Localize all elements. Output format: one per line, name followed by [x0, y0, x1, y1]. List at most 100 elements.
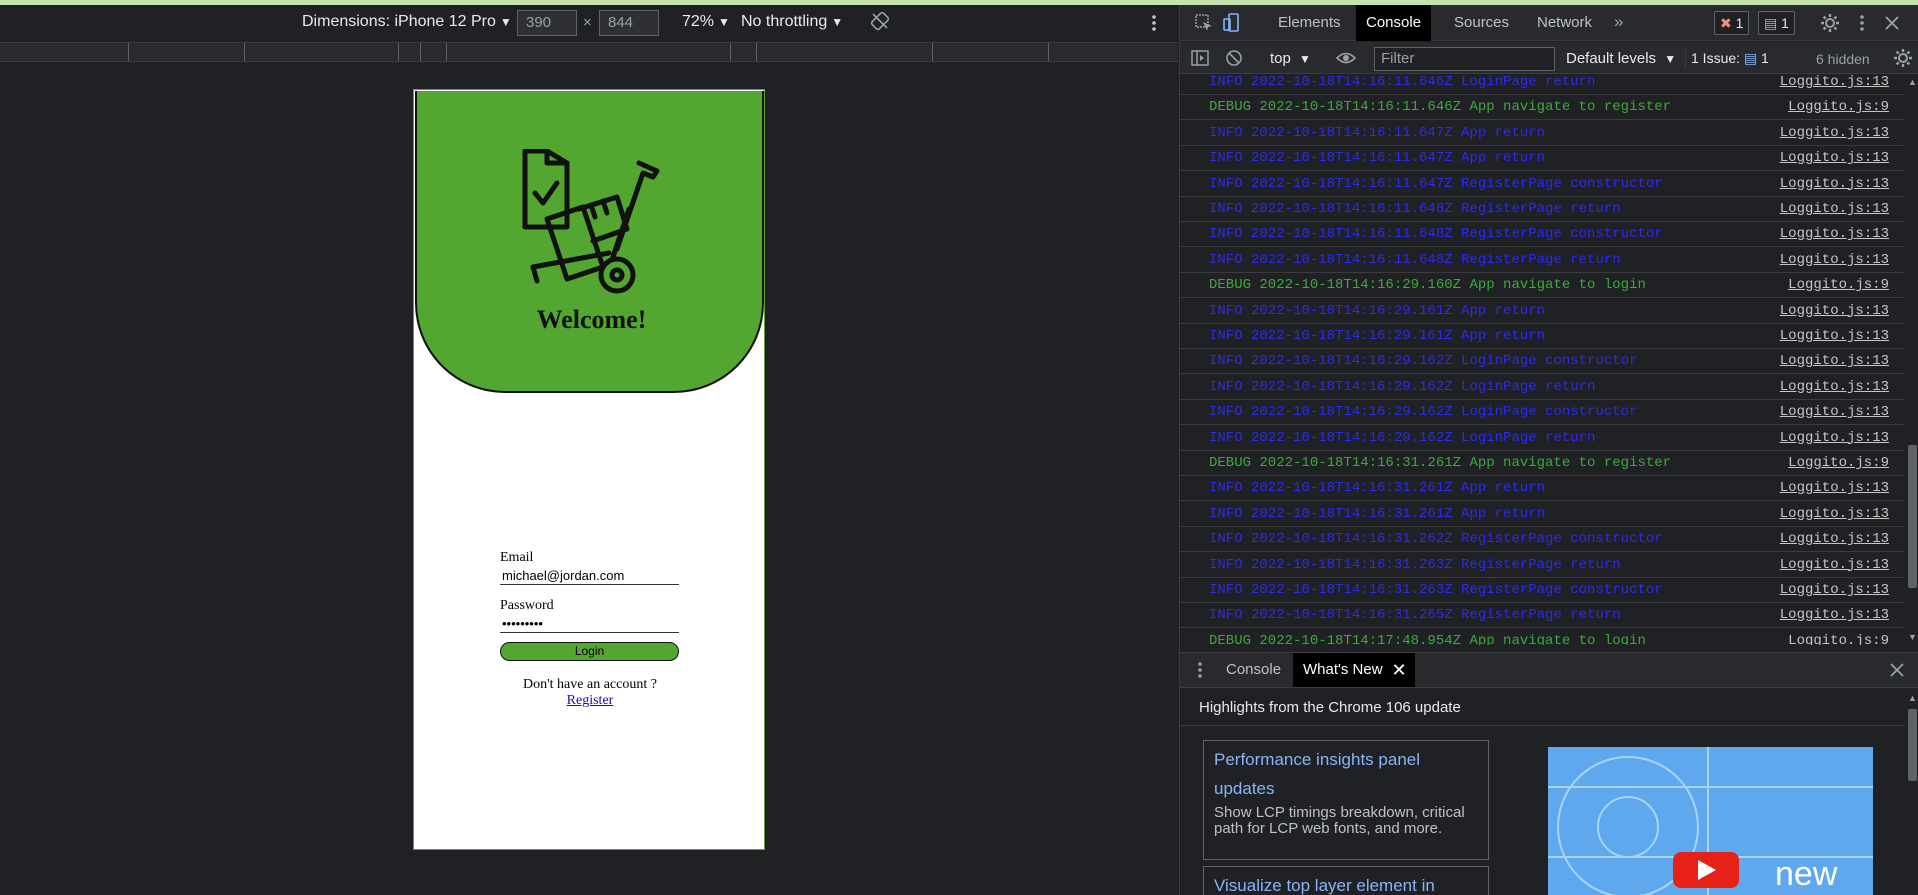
errors-badge[interactable]: ✖ 1 — [1714, 11, 1750, 35]
tab-sources[interactable]: Sources — [1444, 5, 1519, 41]
source-link[interactable]: Loggito.js:13 — [1780, 248, 1889, 272]
issues-button[interactable]: 1 Issue: ▤ 1 — [1685, 47, 1774, 69]
media-query-ruler[interactable] — [0, 42, 1178, 62]
drawer-tab-whats-new[interactable]: What's New ✕ — [1293, 653, 1415, 687]
settings-gear-icon[interactable] — [1820, 13, 1840, 33]
email-field[interactable]: michael@jordan.com — [500, 567, 679, 585]
console-message[interactable]: INFO 2022-10-18T14:16:29.161Z App return… — [1180, 299, 1904, 324]
console-message[interactable]: INFO 2022-10-18T14:16:31.262Z RegisterPa… — [1180, 527, 1904, 553]
tab-elements[interactable]: Elements — [1268, 5, 1351, 41]
console-message[interactable]: INFO 2022-10-18T14:16:31.263Z RegisterPa… — [1180, 578, 1904, 603]
source-link[interactable]: Loggito.js:13 — [1780, 121, 1889, 145]
filter-input[interactable]: Filter — [1374, 47, 1555, 71]
feature-card-title[interactable]: Performance insights panel updates — [1214, 745, 1478, 803]
source-link[interactable]: Loggito.js:13 — [1780, 349, 1889, 373]
source-link[interactable]: Loggito.js:9 — [1788, 451, 1889, 475]
rotate-icon[interactable] — [870, 11, 890, 31]
console-message-text: INFO 2022-10-18T14:16:31.263Z RegisterPa… — [1209, 582, 1663, 598]
console-settings-gear-icon[interactable] — [1893, 48, 1913, 68]
throttling-selector[interactable]: No throttling ▼ — [741, 13, 843, 31]
source-link[interactable]: Loggito.js:13 — [1780, 222, 1889, 246]
console-message[interactable]: INFO 2022-10-18T14:16:31.261Z App return… — [1180, 476, 1904, 502]
source-link[interactable]: Loggito.js:13 — [1780, 553, 1889, 577]
console-message[interactable]: INFO 2022-10-18T14:16:11.648Z RegisterPa… — [1180, 222, 1904, 248]
source-link[interactable]: Loggito.js:9 — [1788, 95, 1889, 119]
source-link[interactable]: Loggito.js:13 — [1780, 197, 1889, 221]
zoom-selector[interactable]: 72% ▼ — [682, 13, 730, 31]
live-expression-eye-icon[interactable] — [1336, 48, 1356, 68]
scrollbar-thumb[interactable] — [1908, 445, 1917, 588]
close-drawer-icon[interactable] — [1887, 660, 1907, 680]
console-message[interactable]: INFO 2022-10-18T14:16:11.647Z App return… — [1180, 121, 1904, 146]
console-message[interactable]: INFO 2022-10-18T14:16:29.162Z LoginPage … — [1180, 426, 1904, 451]
width-input[interactable]: 390 — [517, 10, 577, 36]
close-tab-icon[interactable]: ✕ — [1391, 653, 1406, 687]
login-button[interactable]: Login — [500, 642, 679, 661]
more-tabs-icon[interactable]: » — [1614, 12, 1623, 32]
console-message[interactable]: INFO 2022-10-18T14:16:31.263Z RegisterPa… — [1180, 553, 1904, 578]
password-field[interactable]: ••••••••• — [500, 615, 679, 633]
source-link[interactable]: Loggito.js:13 — [1780, 426, 1889, 450]
tab-console[interactable]: Console — [1356, 5, 1432, 41]
sidebar-toggle-icon[interactable] — [1190, 48, 1210, 68]
console-message[interactable]: DEBUG 2022-10-18T14:16:29.160Z App navig… — [1180, 273, 1904, 299]
console-message[interactable]: INFO 2022-10-18T14:16:11.647Z RegisterPa… — [1180, 172, 1904, 197]
source-link[interactable]: Loggito.js:13 — [1780, 375, 1889, 399]
source-link[interactable]: Loggito.js:13 — [1780, 324, 1889, 348]
console-message-text: INFO 2022-10-18T14:16:11.648Z RegisterPa… — [1209, 226, 1663, 243]
console-message[interactable]: DEBUG 2022-10-18T14:16:31.261Z App navig… — [1180, 451, 1904, 476]
console-message[interactable]: INFO 2022-10-18T14:16:29.162Z LoginPage … — [1180, 349, 1904, 375]
source-link[interactable]: Loggito.js:9 — [1788, 629, 1889, 645]
feature-card[interactable]: Visualize top layer element in — [1203, 866, 1489, 895]
console-message[interactable]: DEBUG 2022-10-18T14:17:48.954Z App navig… — [1180, 629, 1904, 645]
device-toolbar-toggle-icon[interactable] — [1222, 13, 1242, 33]
console-message[interactable]: INFO 2022-10-18T14:16:31.265Z RegisterPa… — [1180, 603, 1904, 629]
messages-badge[interactable]: ▤ 1 — [1758, 11, 1795, 35]
source-link[interactable]: Loggito.js:13 — [1780, 146, 1889, 170]
source-link[interactable]: Loggito.js:13 — [1780, 299, 1889, 323]
scroll-up-icon[interactable]: ▲ — [1908, 693, 1917, 703]
drawer-tab-console[interactable]: Console — [1216, 653, 1291, 687]
more-options-icon[interactable] — [1150, 13, 1158, 33]
source-link[interactable]: Loggito.js:13 — [1780, 578, 1889, 602]
close-devtools-icon[interactable] — [1882, 13, 1902, 33]
source-link[interactable]: Loggito.js:13 — [1780, 502, 1889, 526]
tab-network[interactable]: Network — [1527, 5, 1602, 41]
console-message[interactable]: DEBUG 2022-10-18T14:16:11.646Z App navig… — [1180, 95, 1904, 121]
clear-console-icon[interactable] — [1224, 48, 1244, 68]
height-input[interactable]: 844 — [599, 10, 659, 36]
scroll-up-icon[interactable]: ▲ — [1908, 77, 1917, 87]
video-thumbnail[interactable]: new — [1548, 747, 1873, 895]
scrollbar-thumb[interactable] — [1908, 709, 1917, 781]
source-link[interactable]: Loggito.js:13 — [1780, 603, 1889, 627]
issues-label: 1 Issue: — [1691, 50, 1741, 66]
drawer-menu-icon[interactable] — [1190, 660, 1210, 680]
whats-new-scrollbar[interactable]: ▲ — [1905, 689, 1918, 895]
console-message[interactable]: INFO 2022-10-18T14:16:31.261Z App return… — [1180, 502, 1904, 527]
console-message-text: INFO 2022-10-18T14:16:29.162Z LoginPage … — [1209, 378, 1596, 395]
context-selector[interactable]: top ▼ — [1270, 50, 1311, 67]
source-link[interactable]: Loggito.js:13 — [1780, 400, 1889, 424]
feature-card[interactable]: Performance insights panel updates Show … — [1203, 740, 1489, 860]
register-link[interactable]: Register — [500, 693, 680, 709]
console-message[interactable]: INFO 2022-10-18T14:16:11.646Z LoginPage … — [1180, 75, 1904, 95]
console-message[interactable]: INFO 2022-10-18T14:16:29.162Z LoginPage … — [1180, 375, 1904, 400]
console-message[interactable]: INFO 2022-10-18T14:16:11.648Z RegisterPa… — [1180, 248, 1904, 273]
device-selector[interactable]: Dimensions: iPhone 12 Pro ▼ — [302, 13, 512, 31]
source-link[interactable]: Loggito.js:9 — [1788, 273, 1889, 297]
devtools-menu-icon[interactable] — [1852, 13, 1872, 33]
source-link[interactable]: Loggito.js:13 — [1780, 75, 1889, 94]
console-scrollbar[interactable]: ▲ ▼ — [1905, 75, 1918, 645]
inspect-element-icon[interactable] — [1194, 13, 1214, 33]
console-message[interactable]: INFO 2022-10-18T14:16:29.161Z App return… — [1180, 324, 1904, 349]
log-levels-selector[interactable]: Default levels ▼ — [1566, 50, 1676, 67]
source-link[interactable]: Loggito.js:13 — [1780, 476, 1889, 500]
console-message-text: INFO 2022-10-18T14:16:11.647Z App return — [1209, 150, 1546, 167]
source-link[interactable]: Loggito.js:13 — [1780, 172, 1889, 196]
console-message[interactable]: INFO 2022-10-18T14:16:29.162Z LoginPage … — [1180, 400, 1904, 426]
scroll-down-icon[interactable]: ▼ — [1908, 632, 1917, 642]
console-message[interactable]: INFO 2022-10-18T14:16:11.647Z App return… — [1180, 146, 1904, 172]
source-link[interactable]: Loggito.js:13 — [1780, 527, 1889, 551]
console-message[interactable]: INFO 2022-10-18T14:16:11.648Z RegisterPa… — [1180, 197, 1904, 222]
feature-card-title[interactable]: Visualize top layer element in — [1214, 871, 1478, 895]
